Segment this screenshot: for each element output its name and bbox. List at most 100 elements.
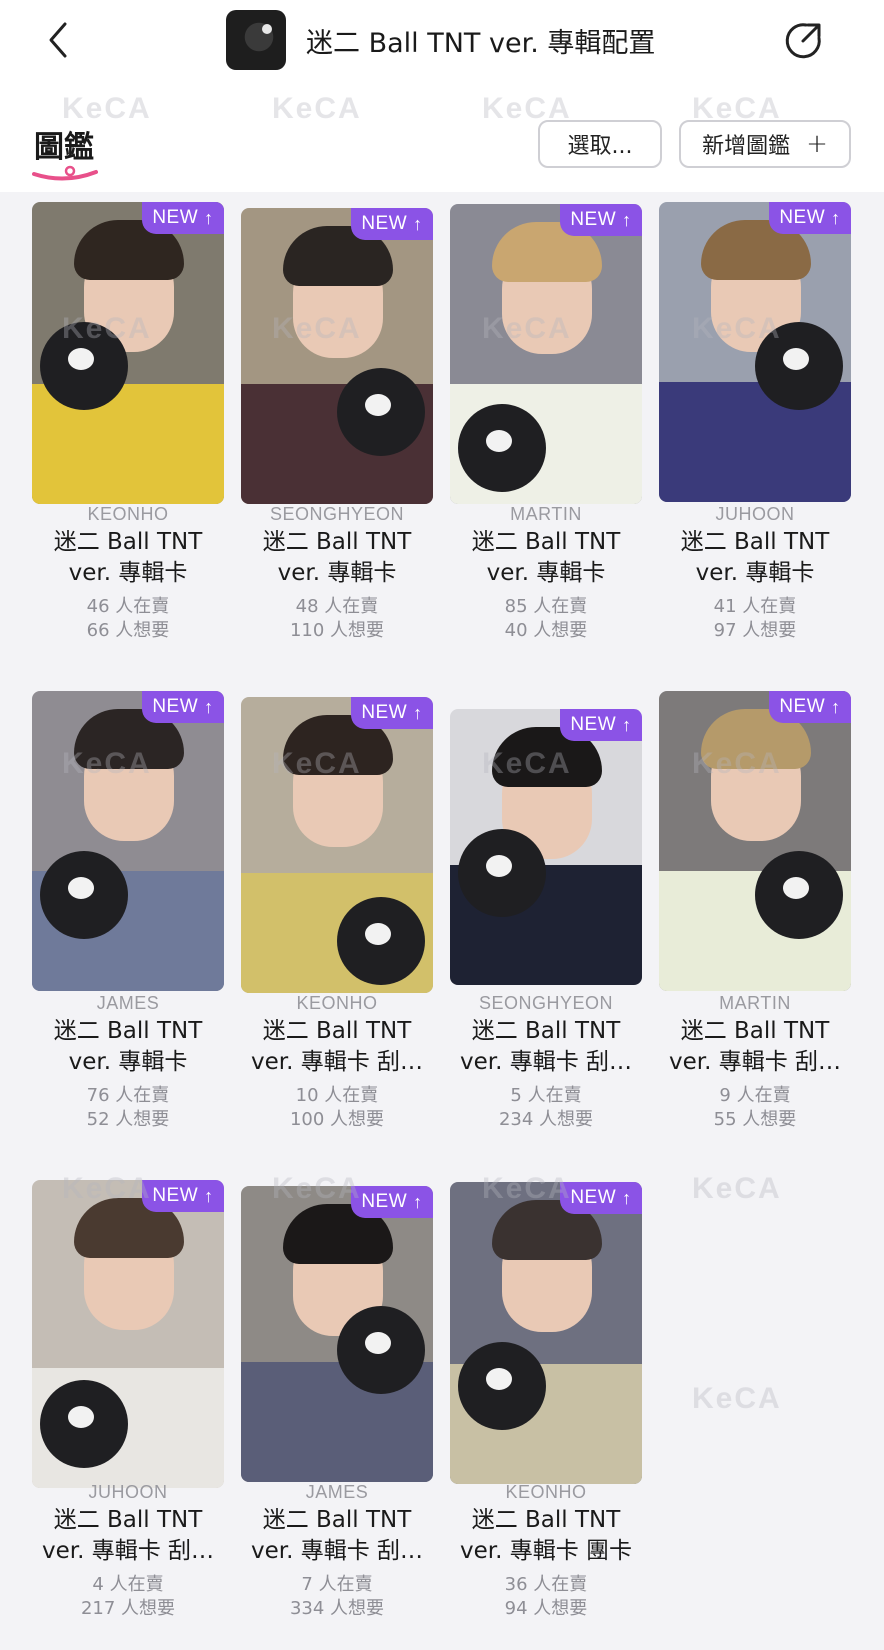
member-name: JAMES: [305, 1482, 369, 1502]
card-title-line2: ver. 專輯卡: [68, 1049, 188, 1075]
wanting-count: 217 人想要: [80, 1598, 176, 1619]
select-button[interactable]: 選取...: [538, 120, 662, 168]
card-title-line1: 迷二 Ball TNT: [471, 1018, 621, 1044]
selling-count: 85 人在賣: [504, 596, 588, 617]
photocard[interactable]: NEW ↑ JAMES 迷二 Ball TNT ver. 專輯卡 刮… 7 人在賣 334 …: [241, 1180, 433, 1650]
new-badge-text: NEW: [779, 696, 826, 717]
photocard-image[interactable]: NEW ↑: [32, 1180, 224, 1488]
new-badge: NEW ↑: [560, 709, 642, 741]
card-title-line2: ver. 專輯卡 刮…: [41, 1538, 215, 1564]
arrow-up-icon: ↑: [204, 696, 214, 717]
selling-count: 36 人在賣: [504, 1574, 588, 1595]
tab-collection[interactable]: 圖鑑: [34, 122, 94, 166]
arrow-up-icon: ↑: [413, 702, 423, 723]
photocard-image[interactable]: NEW ↑: [659, 691, 851, 991]
photocard[interactable]: NEW ↑ KEONHO 迷二 Ball TNT ver. 專輯卡 刮… 10 人在賣 10…: [241, 691, 433, 1161]
new-badge-text: NEW: [361, 702, 408, 723]
share-button[interactable]: [784, 20, 824, 60]
photocard-image[interactable]: NEW ↑: [241, 1186, 433, 1482]
card-title-line1: 迷二 Ball TNT: [53, 1507, 203, 1533]
photocard[interactable]: NEW ↑ JAMES 迷二 Ball TNT ver. 專輯卡 76 人在賣 52 人想要: [32, 691, 224, 1161]
plush-ball: [40, 322, 128, 410]
collection-toolbar: 圖鑑 選取... 新增圖鑑 +: [0, 84, 884, 192]
new-badge: NEW ↑: [351, 208, 433, 240]
plush-ball: [458, 1342, 546, 1430]
wanting-count: 110 人想要: [289, 620, 385, 641]
wanting-count: 55 人想要: [713, 1109, 797, 1130]
card-title-line2: ver. 專輯卡 刮…: [668, 1049, 842, 1075]
photocard-image[interactable]: NEW ↑: [241, 697, 433, 993]
arrow-up-icon: ↑: [413, 213, 423, 234]
photocard-image[interactable]: NEW ↑: [32, 691, 224, 991]
plush-ball: [337, 368, 425, 456]
plush-ball: [40, 851, 128, 939]
select-button-label: 選取...: [567, 134, 633, 159]
photocard-image[interactable]: NEW ↑: [659, 202, 851, 502]
arrow-up-icon: ↑: [622, 209, 632, 230]
new-badge: NEW ↑: [351, 1186, 433, 1218]
selling-count: 7 人在賣: [301, 1574, 373, 1595]
photocard[interactable]: NEW ↑ SEONGHYEON 迷二 Ball TNT ver. 專輯卡 刮… 5 人在…: [450, 691, 642, 1161]
member-name: SEONGHYEON: [478, 993, 614, 1013]
member-name: KEONHO: [296, 993, 378, 1013]
photocard-image[interactable]: NEW ↑: [450, 709, 642, 985]
photocard[interactable]: NEW ↑ SEONGHYEON 迷二 Ball TNT ver. 專輯卡 48 人在賣 1…: [241, 202, 433, 672]
new-badge-text: NEW: [779, 207, 826, 228]
photocard[interactable]: NEW ↑ JUHOON 迷二 Ball TNT ver. 專輯卡 41 人在賣 97 人想…: [659, 202, 851, 672]
photocard-image[interactable]: NEW ↑: [450, 204, 642, 504]
new-badge: NEW ↑: [769, 202, 851, 234]
selling-count: 10 人在賣: [295, 1085, 379, 1106]
add-button-label: 新增圖鑑: [702, 134, 791, 159]
selling-count: 5 人在賣: [510, 1085, 582, 1106]
selling-count: 4 人在賣: [92, 1574, 164, 1595]
new-badge-text: NEW: [152, 1185, 199, 1206]
photocard-image[interactable]: NEW ↑: [241, 208, 433, 504]
card-title-line1: 迷二 Ball TNT: [680, 529, 830, 555]
new-badge: NEW ↑: [142, 691, 224, 723]
share-icon: [785, 23, 821, 59]
photocard[interactable]: NEW ↑ MARTIN 迷二 Ball TNT ver. 專輯卡 刮… 9 人在賣 55 …: [659, 691, 851, 1161]
card-title-line1: 迷二 Ball TNT: [471, 1507, 621, 1533]
member-name: KEONHO: [505, 1482, 587, 1502]
plush-ball: [458, 829, 546, 917]
top-bar: 迷二 Ball TNT ver. 專輯配置: [0, 0, 884, 84]
card-title-line1: 迷二 Ball TNT: [471, 529, 621, 555]
new-badge-text: NEW: [361, 1191, 408, 1212]
selling-count: 76 人在賣: [86, 1085, 170, 1106]
card-title-line2: ver. 專輯卡 刮…: [459, 1049, 633, 1075]
new-badge-text: NEW: [152, 696, 199, 717]
photocard[interactable]: NEW ↑ KEONHO 迷二 Ball TNT ver. 專輯卡 46 人在賣 66 人想…: [32, 202, 224, 672]
photocard[interactable]: NEW ↑ KEONHO 迷二 Ball TNT ver. 專輯卡 團卡 36 人在賣 94…: [450, 1180, 642, 1650]
new-badge-text: NEW: [570, 1187, 617, 1208]
add-collection-button[interactable]: 新增圖鑑 +: [679, 120, 851, 168]
photocard-image[interactable]: NEW ↑: [32, 202, 224, 504]
card-title-line1: 迷二 Ball TNT: [262, 529, 412, 555]
wanting-count: 40 人想要: [504, 620, 588, 641]
member-name: JUHOON: [715, 504, 795, 524]
back-button[interactable]: [36, 18, 80, 62]
page-title: 迷二 Ball TNT ver. 專輯配置: [306, 27, 656, 59]
photocard[interactable]: NEW ↑ JUHOON 迷二 Ball TNT ver. 專輯卡 刮… 4 人在賣 217…: [32, 1180, 224, 1650]
photocard-image[interactable]: NEW ↑: [450, 1182, 642, 1484]
plush-ball: [458, 404, 546, 492]
member-name: JUHOON: [88, 1482, 168, 1502]
tab-active-indicator: [32, 165, 98, 181]
new-badge: NEW ↑: [142, 202, 224, 234]
watermark: KeCA: [692, 1382, 782, 1415]
album-header: 迷二 Ball TNT ver. 專輯配置: [226, 10, 655, 70]
arrow-up-icon: ↑: [831, 696, 841, 717]
member-name: MARTIN: [719, 993, 791, 1013]
new-badge-text: NEW: [152, 207, 199, 228]
card-title-line1: 迷二 Ball TNT: [680, 1018, 830, 1044]
arrow-up-icon: ↑: [622, 714, 632, 735]
plus-icon: +: [806, 129, 828, 159]
new-badge-text: NEW: [570, 714, 617, 735]
selling-count: 41 人在賣: [713, 596, 797, 617]
card-title-line1: 迷二 Ball TNT: [262, 1018, 412, 1044]
selling-count: 9 人在賣: [719, 1085, 791, 1106]
wanting-count: 100 人想要: [289, 1109, 385, 1130]
plush-ball: [755, 322, 843, 410]
photocard[interactable]: NEW ↑ MARTIN 迷二 Ball TNT ver. 專輯卡 85 人在賣 40 人想…: [450, 202, 642, 672]
arrow-up-icon: ↑: [204, 1185, 214, 1206]
arrow-up-icon: ↑: [413, 1191, 423, 1212]
